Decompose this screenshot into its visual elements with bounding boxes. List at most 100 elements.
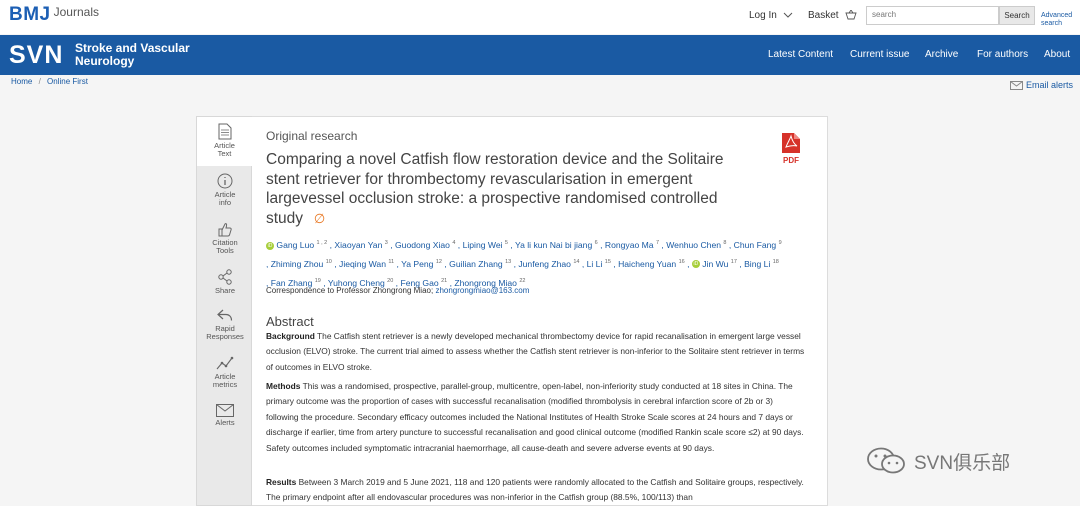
login-link[interactable]: Log In — [749, 10, 793, 21]
author-link[interactable]: Li Li — [587, 259, 603, 269]
pdf-label: PDF — [783, 156, 799, 165]
author-affiliation: 17 — [730, 258, 737, 265]
bmj-journals-logo[interactable]: BMJ Journals — [9, 4, 99, 26]
pdf-icon — [782, 133, 800, 153]
pdf-download-button[interactable]: PDF — [779, 132, 803, 165]
article-type: Original research — [266, 129, 358, 143]
author-link[interactable]: Junfeng Zhao — [518, 259, 571, 269]
author-link[interactable]: Chun Fang — [734, 240, 777, 250]
sidebar-label: Alerts — [215, 418, 235, 427]
author-affiliation: 15 — [604, 258, 611, 265]
author-affiliation: 14 — [573, 258, 580, 265]
sidebar-item-alerts[interactable]: Alerts — [197, 404, 253, 427]
breadcrumb-online-first[interactable]: Online First — [47, 77, 88, 86]
author-link[interactable]: Wenhuo Chen — [666, 240, 721, 250]
author-affiliation: 12 — [435, 258, 442, 265]
author-affiliation: 4 — [452, 240, 456, 246]
article-title: Comparing a novel Catfish flow restorati… — [266, 150, 756, 228]
abstract-results: Results Between 3 March 2019 and 5 June … — [266, 475, 806, 506]
basket-icon — [845, 9, 857, 20]
breadcrumb: Home / Online First — [11, 77, 88, 86]
login-label: Log In — [749, 10, 777, 21]
envelope-icon — [1010, 80, 1023, 90]
share-icon — [218, 269, 232, 285]
sidebar-item-article-metrics[interactable]: Article metrics — [197, 355, 253, 389]
breadcrumb-home[interactable]: Home — [11, 77, 32, 86]
author-affiliation: 11 — [388, 258, 395, 265]
sidebar-item-article-text[interactable]: Article Text — [197, 117, 253, 166]
author-affiliation: 22 — [519, 277, 526, 284]
wechat-icon — [867, 447, 905, 474]
sidebar-item-share[interactable]: Share — [197, 269, 253, 295]
methods-text: This was a randomised, prospective, para… — [266, 381, 804, 453]
author-affiliation: 21 — [441, 277, 448, 284]
article-card: Original research Comparing a novel Catf… — [252, 116, 828, 506]
metrics-icon — [216, 356, 234, 370]
author-affiliation: 13 — [505, 258, 512, 265]
author-list: iD Gang Luo 1 , 2 , Xiaoyan Yan 3 , Guod… — [266, 239, 782, 288]
author-affiliation: 5 — [504, 240, 508, 246]
author-affiliation: 16 — [678, 258, 685, 265]
brand-subtitle: Journals — [53, 5, 99, 19]
author-link[interactable]: Zhiming Zhou — [271, 259, 324, 269]
search-input[interactable]: search — [866, 6, 999, 25]
background-text: The Catfish stent retriever is a newly d… — [266, 331, 805, 372]
author-affiliation: 6 — [594, 240, 598, 246]
abstract-heading: Abstract — [266, 314, 314, 329]
article-tools-sidebar: Article Text Article info Citation Tools… — [196, 116, 253, 506]
nav-latest-content[interactable]: Latest Content — [768, 49, 833, 60]
watermark-text: SVN俱乐部 — [914, 452, 1011, 474]
author-link[interactable]: Haicheng Yuan — [618, 259, 676, 269]
author-link[interactable]: Guodong Xiao — [395, 240, 450, 250]
nav-for-authors[interactable]: For authors — [977, 49, 1028, 60]
methods-label: Methods — [266, 381, 301, 391]
author-affiliation: 8 — [723, 240, 727, 246]
citation-icon — [218, 223, 232, 237]
author-affiliation: 9 — [778, 240, 782, 246]
correspondence-label: Correspondence to Professor Zhongrong Mi… — [266, 286, 434, 295]
author-link[interactable]: Jieqing Wan — [339, 259, 386, 269]
author-link[interactable]: Guilian Zhang — [449, 259, 503, 269]
author-link[interactable]: Jin Wu — [702, 259, 728, 269]
sidebar-item-article-info[interactable]: Article info — [197, 173, 253, 207]
author-link[interactable]: Rongyao Ma — [605, 240, 654, 250]
author-link[interactable]: Gang Luo — [276, 240, 314, 250]
orcid-icon[interactable]: iD — [691, 260, 700, 269]
basket-link[interactable]: Basket — [808, 9, 857, 21]
author-link[interactable]: Ya li kun Nai bi jiang — [515, 240, 592, 250]
author-link[interactable]: Xiaoyan Yan — [334, 240, 382, 250]
nav-about[interactable]: About — [1044, 49, 1070, 60]
basket-label: Basket — [808, 10, 839, 21]
svn-logo[interactable]: SVN — [9, 41, 63, 70]
advanced-search-link[interactable]: Advanced search — [1041, 12, 1072, 28]
sidebar-label: Share — [214, 286, 235, 295]
sidebar-label: metrics — [212, 380, 238, 389]
author-affiliation: 1 , 2 — [316, 240, 328, 246]
sidebar-item-citation-tools[interactable]: Citation Tools — [197, 221, 253, 255]
author-link[interactable]: Ya Peng — [401, 259, 433, 269]
search-button[interactable]: Search — [999, 6, 1035, 25]
nav-current-issue[interactable]: Current issue — [850, 49, 909, 60]
reply-icon — [217, 309, 233, 321]
correspondence-line: Correspondence to Professor Zhongrong Mi… — [266, 286, 529, 295]
author-link[interactable]: Liping Wei — [463, 240, 503, 250]
document-icon — [218, 123, 231, 140]
results-text: Between 3 March 2019 and 5 June 2021, 11… — [266, 477, 804, 503]
journal-title[interactable]: Stroke and Vascular Neurology — [75, 42, 190, 68]
advanced-search-line2: search — [1041, 20, 1063, 27]
email-alerts-label: Email alerts — [1026, 80, 1074, 90]
correspondence-email-link[interactable]: zhongrongmiao@163.com — [435, 286, 529, 295]
sidebar-item-rapid-responses[interactable]: Rapid Responses — [197, 307, 253, 341]
chevron-down-icon — [783, 12, 792, 18]
results-label: Results — [266, 477, 297, 487]
author-affiliation: 20 — [387, 277, 394, 284]
author-link[interactable]: Bing Li — [744, 259, 770, 269]
nav-archive[interactable]: Archive — [925, 49, 958, 60]
envelope-icon — [216, 404, 234, 417]
info-icon — [217, 173, 233, 189]
open-access-icon: ∅ — [307, 210, 326, 226]
email-alerts-link[interactable]: Email alerts — [1010, 80, 1073, 90]
author-affiliation: 7 — [655, 240, 660, 246]
orcid-icon[interactable]: iD — [266, 241, 274, 250]
journal-title-line2: Neurology — [75, 54, 135, 68]
